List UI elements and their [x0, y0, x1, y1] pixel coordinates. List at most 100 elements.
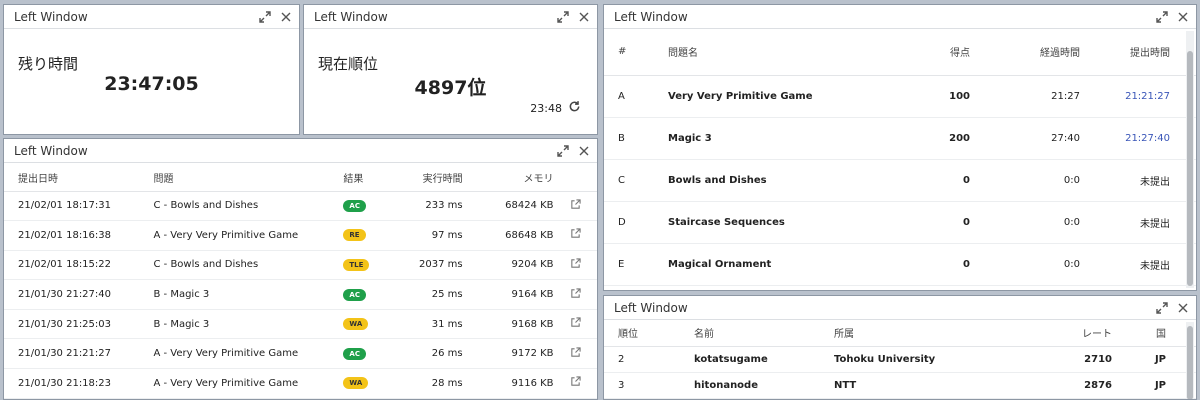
column-header-problem-name: 問題名: [668, 48, 698, 60]
external-link-icon[interactable]: [570, 228, 581, 242]
expand-icon[interactable]: [1156, 301, 1168, 314]
column-header-name: 名前: [694, 329, 714, 341]
submission-memory: 9204 KB: [511, 259, 554, 271]
expand-icon[interactable]: [557, 144, 569, 157]
submission-date: 21/01/30 21:25:03: [18, 318, 112, 330]
problem-elapsed: 27:40: [1051, 132, 1080, 144]
problem-row[interactable]: E Magical Ornament 0 0:0 未提出: [604, 243, 1196, 285]
problem-score: 0: [963, 174, 970, 186]
result-badge: WA: [343, 318, 369, 331]
scrollbar-thumb[interactable]: [1187, 326, 1193, 399]
problem-row[interactable]: B Magic 3 200 27:40 21:27:40: [604, 117, 1196, 159]
problem-elapsed: 0:0: [1063, 174, 1080, 186]
problem-index: B: [618, 132, 625, 144]
ranking-rank: 3: [618, 379, 625, 391]
expand-icon[interactable]: [557, 10, 569, 23]
expand-icon[interactable]: [259, 10, 271, 23]
external-link-icon[interactable]: [570, 258, 581, 272]
problem-row[interactable]: C Bowls and Dishes 0 0:0 未提出: [604, 159, 1196, 201]
problem-name[interactable]: Bowls and Dishes: [667, 159, 899, 201]
ranking-row[interactable]: 3 hitonanode NTT 2876 JP: [604, 372, 1196, 398]
submission-row[interactable]: 21/01/30 21:27:40 B - Magic 3 AC 25 ms 9164 …: [4, 280, 597, 310]
submission-row[interactable]: 21/01/30 21:18:23 A - Very Very Primitive…: [4, 369, 597, 399]
window-title: Left Window: [14, 9, 88, 24]
result-badge: AC: [343, 199, 366, 212]
submission-row[interactable]: 21/02/01 18:16:38 A - Very Very Primitive…: [4, 221, 597, 251]
external-link-icon[interactable]: [570, 287, 581, 302]
submission-memory: 68424 KB: [505, 200, 554, 212]
submission-memory: 9168 KB: [511, 318, 554, 330]
window-titlebar[interactable]: Left Window: [304, 5, 597, 29]
close-icon[interactable]: [281, 12, 291, 22]
submission-date: 21/02/01 18:15:22: [18, 259, 112, 271]
close-icon[interactable]: [579, 12, 589, 22]
submission-date: 21/01/30 21:18:23: [18, 377, 112, 389]
submission-problem[interactable]: A - Very Very Primitive Game: [153, 221, 343, 251]
problem-submit-time[interactable]: 21:21:27: [1081, 75, 1196, 117]
submission-row[interactable]: 21/02/01 18:17:31 C - Bowls and Dishes AC 2…: [4, 191, 597, 221]
problem-row[interactable]: D Staircase Sequences 0 0:0 未提出: [604, 201, 1196, 243]
submission-problem[interactable]: B - Magic 3: [153, 309, 343, 339]
window-titlebar[interactable]: Left Window: [604, 296, 1196, 320]
remaining-time-window: Left Window 残り時間 23:47:05: [3, 4, 300, 135]
ranking-affiliation: NTT: [834, 379, 857, 391]
submission-problem[interactable]: A - Very Very Primitive Game: [153, 369, 343, 399]
submission-problem[interactable]: C - Bowls and Dishes: [153, 250, 343, 280]
close-icon[interactable]: [1178, 303, 1188, 313]
problem-submit-time: 未提出: [1140, 260, 1170, 272]
submissions-table: 提出日時 問題 結果 実行時間 メモリ 21/02/01 18:17:31 C -…: [4, 165, 597, 399]
problem-name[interactable]: Very Very Primitive Game: [667, 75, 899, 117]
external-link-icon[interactable]: [570, 317, 581, 331]
close-icon[interactable]: [1178, 12, 1188, 22]
result-badge: WA: [343, 377, 369, 390]
submission-row[interactable]: 21/01/30 21:21:27 A - Very Very Primitive…: [4, 339, 597, 369]
external-link-icon[interactable]: [570, 347, 581, 361]
column-header-affiliation: 所属: [834, 329, 854, 341]
ranking-name[interactable]: hitonanode: [693, 372, 833, 398]
ranking-country: JP: [1154, 379, 1166, 391]
submission-problem[interactable]: A - Very Very Primitive Game: [153, 339, 343, 369]
ranking-name[interactable]: kotatsugame: [693, 346, 833, 372]
remaining-time-label: 残り時間: [18, 55, 79, 73]
window-title: Left Window: [314, 9, 388, 24]
problems-table: # 問題名 得点 経過時間 提出時間 A Very Very Primitive …: [604, 29, 1196, 286]
window-titlebar[interactable]: Left Window: [4, 5, 299, 29]
column-header-memory: メモリ: [523, 174, 554, 186]
ranking-table: 順位 名前 所属 レート 国 2 kotatsugame Tohoku Univer…: [604, 320, 1196, 399]
problems-window: Left Window # 問題名 得点 経過時間 提出時間 A Very Ver…: [603, 4, 1197, 291]
column-header-rank: 順位: [618, 329, 638, 341]
problem-index: E: [618, 258, 625, 270]
problem-name[interactable]: Magical Ornament: [667, 243, 899, 285]
problem-elapsed: 21:27: [1051, 90, 1080, 102]
problem-submit-time: 未提出: [1140, 218, 1170, 230]
submission-problem[interactable]: B - Magic 3: [153, 280, 343, 310]
window-titlebar[interactable]: Left Window: [604, 5, 1196, 29]
refresh-icon[interactable]: [568, 100, 581, 116]
problem-submit-time[interactable]: 21:27:40: [1081, 117, 1196, 159]
problem-name[interactable]: Staircase Sequences: [667, 201, 899, 243]
rank-window: Left Window 現在順位 4897位 23:48: [303, 4, 598, 135]
submission-memory: 9172 KB: [511, 348, 554, 360]
ranking-row[interactable]: 2 kotatsugame Tohoku University 2710 JP: [604, 346, 1196, 372]
submission-row[interactable]: 21/02/01 18:15:22 C - Bowls and Dishes TLE…: [4, 250, 597, 280]
problem-index: D: [618, 216, 626, 228]
expand-icon[interactable]: [1156, 10, 1168, 23]
column-header-problem: 問題: [153, 174, 174, 186]
submission-row[interactable]: 21/01/30 21:25:03 B - Magic 3 WA 31 ms 9168 …: [4, 309, 597, 339]
ranking-rate: 2876: [1084, 379, 1112, 391]
scrollbar-thumb[interactable]: [1187, 51, 1193, 286]
problem-index: A: [618, 90, 625, 102]
window-titlebar[interactable]: Left Window: [4, 139, 597, 163]
submission-date: 21/01/30 21:27:40: [18, 289, 112, 301]
problem-score: 100: [949, 90, 970, 102]
external-link-icon[interactable]: [570, 376, 581, 390]
scrollbar[interactable]: [1186, 31, 1194, 288]
submission-problem[interactable]: C - Bowls and Dishes: [153, 191, 343, 221]
problem-row[interactable]: A Very Very Primitive Game 100 21:27 21:21:2…: [604, 75, 1196, 117]
scrollbar[interactable]: [1186, 322, 1194, 399]
problem-index: C: [618, 174, 625, 186]
result-badge: AC: [343, 288, 366, 301]
external-link-icon[interactable]: [570, 199, 581, 213]
close-icon[interactable]: [579, 146, 589, 156]
problem-name[interactable]: Magic 3: [667, 117, 899, 159]
